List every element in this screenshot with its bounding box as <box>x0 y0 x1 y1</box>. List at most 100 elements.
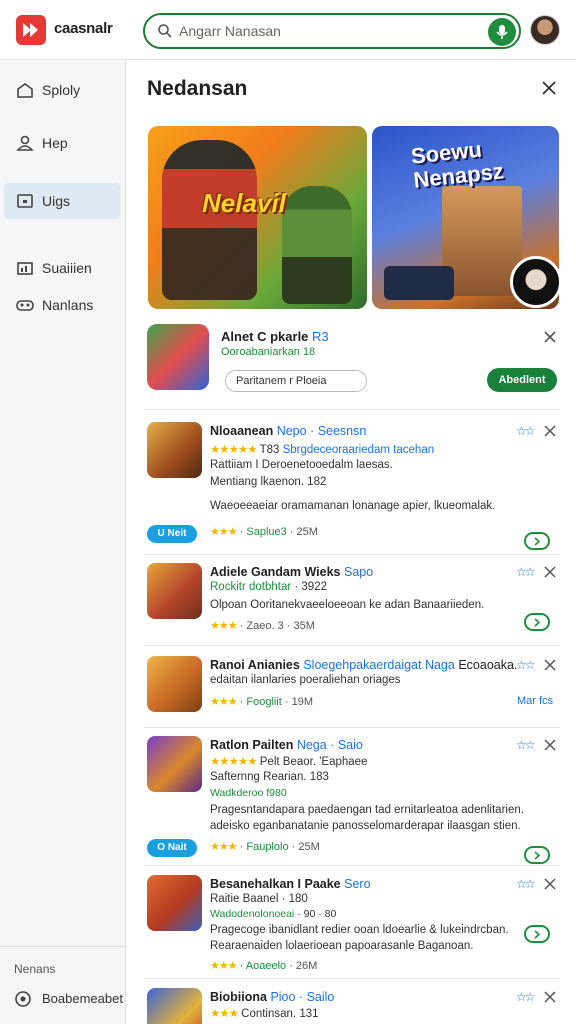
sidebar-item-label: Nanlans <box>42 297 94 313</box>
list-item[interactable]: Nloaanean Nepo · Seesnsn ★★★★★ T83 Sbrgd… <box>147 422 561 552</box>
close-icon[interactable] <box>544 739 556 751</box>
banner-character <box>282 186 352 304</box>
open-button[interactable] <box>524 613 550 631</box>
top-bar: caasnalr <box>0 0 576 60</box>
app-icon <box>147 988 202 1024</box>
close-icon[interactable] <box>544 991 556 1003</box>
divider <box>144 727 560 728</box>
app-title-extra: Nega · Saio <box>296 738 363 752</box>
status-badge[interactable]: U Neit <box>147 525 197 543</box>
mic-icon[interactable] <box>488 18 516 46</box>
close-icon[interactable] <box>544 878 556 890</box>
sidebar-item-uigs[interactable]: Uigs <box>4 183 120 219</box>
app-title-extra: Pioo · Sailo <box>270 990 335 1004</box>
app-description: Pragecoge ibanidlant redier ooan ldoearl… <box>210 924 509 936</box>
app-icon <box>147 656 202 712</box>
banner-character <box>162 140 257 300</box>
list-item[interactable]: Ranoi Anianies Sloegehpakaerdaigat Naga … <box>147 656 561 726</box>
list-item[interactable]: Adiele Gandam Wieks Sapo Rockitr dotbhta… <box>147 563 561 643</box>
divider <box>144 865 560 866</box>
app-title: Besanehalkan I Paake <box>210 877 341 891</box>
open-button[interactable] <box>524 925 550 943</box>
banner-title: Soewu Nenapsz <box>409 136 505 193</box>
promo-banner[interactable]: Nelavil <box>148 126 367 309</box>
panel-title: Nedansan <box>147 77 248 100</box>
banner-vehicle <box>384 266 454 300</box>
app-icon <box>147 563 202 619</box>
apps-icon <box>17 194 33 208</box>
app-icon <box>147 875 202 931</box>
app-icon <box>147 422 202 478</box>
open-button[interactable] <box>524 846 550 864</box>
app-chip[interactable]: Paritanem r Ploeia <box>225 370 367 392</box>
app-title-extra: Nepo · Seesnsn <box>276 424 367 438</box>
app-title: Ranoi Anianies <box>210 658 300 672</box>
sidebar-item-hep[interactable]: Hep <box>4 125 120 161</box>
close-icon[interactable] <box>544 425 556 437</box>
user-icon <box>16 135 34 151</box>
sidebar-item-label: Sploly <box>42 82 81 98</box>
install-button[interactable]: Abedlent <box>487 368 557 392</box>
app-icon <box>147 736 202 792</box>
close-icon[interactable] <box>544 659 556 671</box>
app-title-extra: Sero <box>344 877 371 891</box>
search-icon <box>158 24 172 38</box>
search-bar[interactable] <box>143 13 521 49</box>
app-meta: Mentiang lkaenon. 182 <box>210 476 327 488</box>
featured-app[interactable]: Alnet C pkarle R3 Ooroabaniarkan 18 Pari… <box>147 324 559 396</box>
close-icon[interactable] <box>539 78 559 98</box>
chart-icon <box>17 262 33 275</box>
app-title-extra: Sloegehpakaerdaigat Naga <box>303 658 455 672</box>
sidebar: Sploly Hep Uigs Suaiiien Nanlans Nenans … <box>0 60 126 1024</box>
app-subtitle: Ooroabaniarkan 18 <box>221 346 316 358</box>
divider <box>144 645 560 646</box>
app-title-extra: Sapo <box>343 565 374 579</box>
developer-avatar[interactable] <box>510 256 562 308</box>
list-item[interactable]: Biobiiona Pioo · Sailo ★★★ Continsan. 13… <box>147 988 561 1024</box>
app-icon <box>147 324 209 390</box>
divider <box>144 409 560 410</box>
app-title: Nloaanean <box>210 424 274 438</box>
list-item[interactable]: Besanehalkan I Paake Sero Raitie Baanel … <box>147 875 561 975</box>
divider <box>144 978 560 979</box>
app-title-extra: R3 <box>312 329 329 344</box>
game-icon <box>16 300 34 311</box>
sidebar-item-label: Suaiiien <box>42 260 92 276</box>
sidebar-footer-label: Nenans <box>14 962 56 976</box>
close-icon[interactable] <box>544 566 556 578</box>
sidebar-item-suaiiien[interactable]: Suaiiien <box>4 250 120 286</box>
app-developer: Rattiiam I Deroenetooedalm laesas. <box>210 459 393 471</box>
status-badge[interactable]: O Nait <box>147 839 197 857</box>
rating-stars: ★★★★★ <box>210 444 258 456</box>
user-avatar[interactable] <box>530 15 560 45</box>
open-button[interactable] <box>524 532 550 550</box>
sidebar-item-label: Uigs <box>42 193 71 209</box>
list-item[interactable]: Ratlon Pailten Nega · Saio ★★★★★ Pelt Be… <box>147 736 561 864</box>
star-outline-icon[interactable]: ☆☆ <box>516 990 535 1004</box>
star-outline-icon[interactable]: ☆☆ <box>516 877 535 891</box>
app-meta: Wadkderoo f980 <box>210 787 287 799</box>
main-panel: Nedansan Nelavil Soewu Nenapsz Alnet C p… <box>127 60 576 1024</box>
app-title: Biobiiona <box>210 990 267 1004</box>
app-description: Rearaenaiden lolaerioean papoarasanle Ba… <box>210 940 474 952</box>
search-input[interactable] <box>179 21 479 41</box>
app-description: adeisko eganbanatanie panosselomarderapa… <box>210 820 521 832</box>
star-outline-icon[interactable]: ☆☆ <box>516 424 535 438</box>
star-outline-icon[interactable]: ☆☆ <box>516 738 535 752</box>
sidebar-item-sploly[interactable]: Sploly <box>4 72 120 108</box>
rating-stars: ★★★★★ <box>210 756 258 768</box>
sidebar-item-label: Hep <box>42 135 68 151</box>
more-link[interactable]: Mar fcs <box>517 695 553 707</box>
star-outline-icon[interactable]: ☆☆ <box>516 565 535 579</box>
sidebar-item-nanlans[interactable]: Nanlans <box>4 287 120 323</box>
star-outline-icon[interactable]: ☆☆ <box>516 658 535 672</box>
settings-icon <box>15 991 31 1007</box>
close-icon[interactable] <box>543 330 557 344</box>
play-logo-icon[interactable] <box>16 15 46 45</box>
app-description: Olpoan Ooritanekvaeeloeeoan ke adan Bana… <box>210 599 485 611</box>
sidebar-divider <box>0 946 125 947</box>
app-title: Adiele Gandam Wieks <box>210 565 341 579</box>
brand-name: caasnalr <box>54 20 113 37</box>
app-developer: Safternng Rearian. 183 <box>210 771 329 783</box>
home-icon <box>17 83 33 98</box>
